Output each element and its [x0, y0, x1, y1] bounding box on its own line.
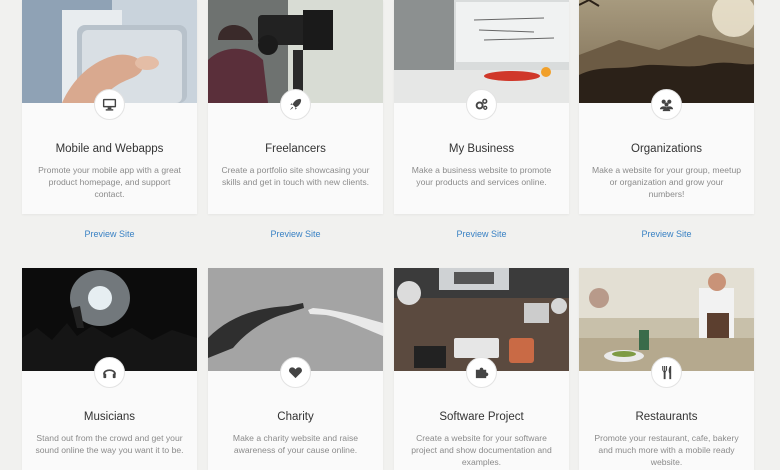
- card-title: Organizations: [631, 143, 702, 155]
- preview-site-link[interactable]: Preview Site: [579, 229, 754, 239]
- card-image: [394, 268, 569, 371]
- card-title: Musicians: [83, 411, 136, 423]
- preview-site-link[interactable]: Preview Site: [394, 229, 569, 239]
- gears-icon: [466, 89, 497, 120]
- card-title: Software Project: [439, 411, 524, 423]
- card-image: [579, 268, 754, 371]
- card-image: [208, 0, 383, 103]
- rocket-icon: [280, 89, 311, 120]
- card-image: [22, 268, 197, 371]
- card-image: [579, 0, 754, 103]
- card-description: Create a portfolio site showcasing your …: [221, 165, 370, 187]
- preview-site-link[interactable]: Preview Site: [22, 229, 197, 239]
- card-title: Charity: [277, 411, 314, 423]
- card-title: Restaurants: [635, 411, 698, 423]
- card-organizations[interactable]: Organizations Make a website for your gr…: [579, 0, 754, 214]
- card-title: Mobile and Webapps: [55, 143, 164, 155]
- card-description: Make a business website to promote your …: [411, 165, 552, 187]
- card-description: Promote your mobile app with a great pro…: [38, 165, 181, 199]
- card-image: [208, 268, 383, 371]
- card-my-business[interactable]: My Business Make a business website to p…: [394, 0, 569, 214]
- card-description: Stand out from the crowd and get your so…: [35, 433, 184, 455]
- card-title: Freelancers: [265, 143, 326, 155]
- headphones-icon: [94, 357, 125, 388]
- card-freelancers[interactable]: Freelancers Create a portfolio site show…: [208, 0, 383, 214]
- preview-site-link[interactable]: Preview Site: [208, 229, 383, 239]
- card-description: Promote your restaurant, cafe, bakery an…: [594, 433, 739, 467]
- puzzle-icon: [466, 357, 497, 388]
- card-software-project[interactable]: Software Project Create a website for yo…: [394, 268, 569, 470]
- cutlery-icon: [651, 357, 682, 388]
- card-image: [22, 0, 197, 103]
- desktop-icon: [94, 89, 125, 120]
- card-description: Create a website for your software proje…: [411, 433, 552, 467]
- card-musicians[interactable]: Musicians Stand out from the crowd and g…: [22, 268, 197, 470]
- users-icon: [651, 89, 682, 120]
- card-title: My Business: [448, 143, 515, 155]
- card-restaurants[interactable]: Restaurants Promote your restaurant, caf…: [579, 268, 754, 470]
- card-charity[interactable]: Charity Make a charity website and raise…: [208, 268, 383, 470]
- card-description: Make a website for your group, meetup or…: [591, 165, 742, 199]
- card-description: Make a charity website and raise awarene…: [232, 433, 359, 455]
- heart-icon: [280, 357, 311, 388]
- card-mobile-webapps[interactable]: Mobile and Webapps Promote your mobile a…: [22, 0, 197, 214]
- card-image: [394, 0, 569, 103]
